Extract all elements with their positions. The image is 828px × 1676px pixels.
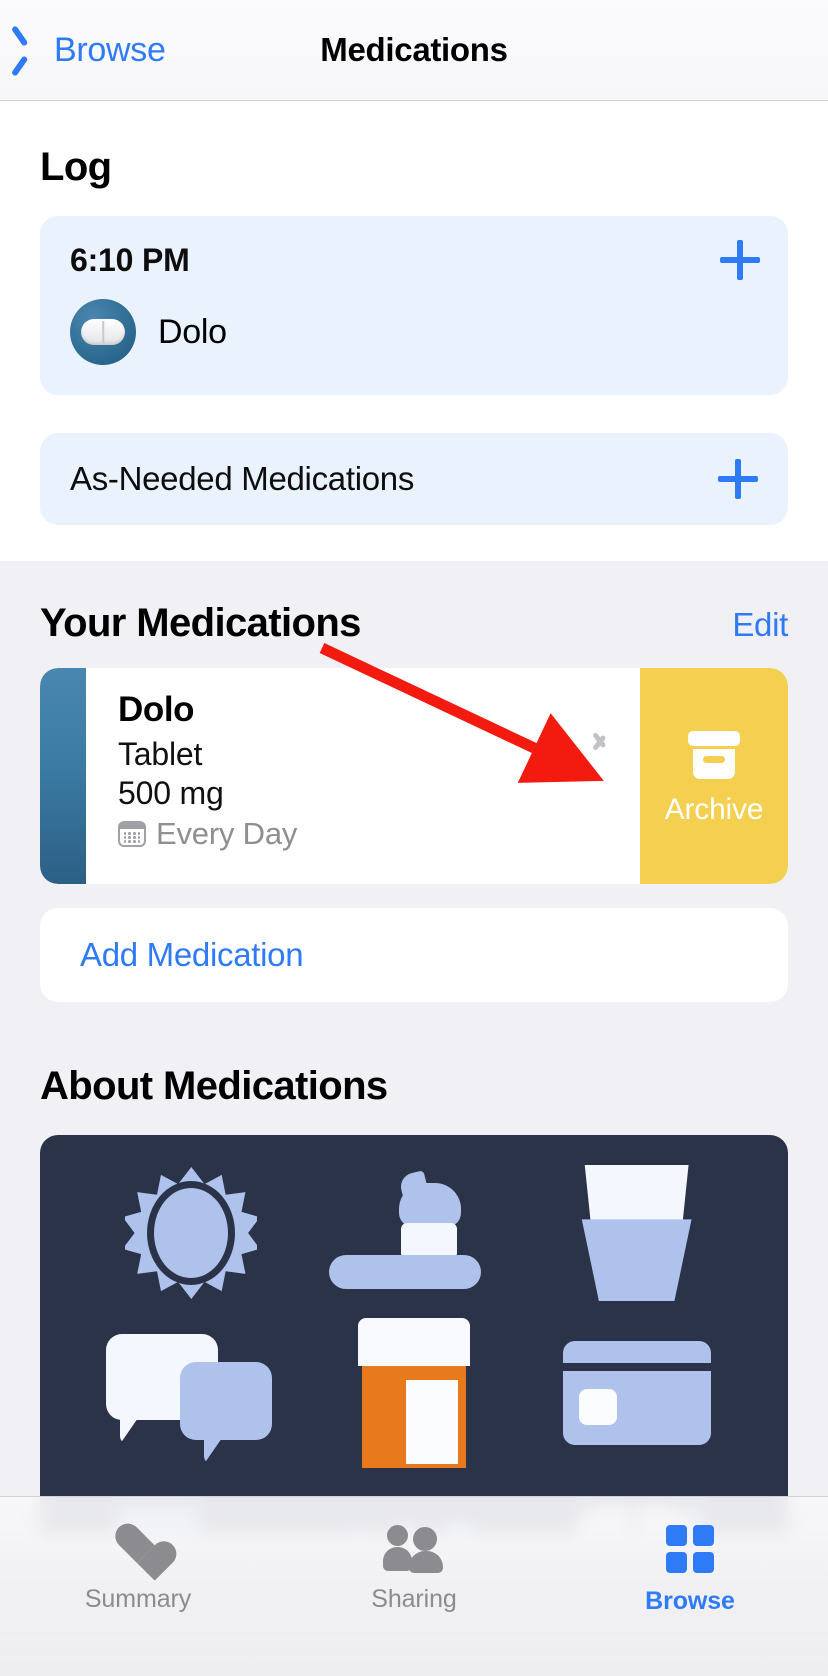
log-entry-time: 6:10 PM	[70, 242, 190, 278]
back-button-label: Browse	[54, 30, 166, 69]
grid-squares-icon	[666, 1525, 714, 1573]
tab-sharing[interactable]: Sharing	[276, 1525, 552, 1614]
tab-sharing-label: Sharing	[371, 1585, 457, 1613]
your-medications-header: Your Medications Edit	[0, 601, 828, 646]
medication-row: Dolo Tablet 500 mg Every Day Archive	[40, 668, 788, 884]
archive-button-label: Archive	[664, 793, 764, 826]
about-medications-header: About Medications	[0, 1002, 828, 1109]
your-medications-title: Your Medications	[40, 601, 361, 645]
medication-info: Dolo Tablet 500 mg Every Day	[86, 668, 640, 884]
chevron-left-icon	[22, 32, 44, 68]
edit-button[interactable]: Edit	[732, 606, 788, 644]
tab-browse-label: Browse	[645, 1587, 735, 1615]
archive-swipe-button[interactable]: Archive	[640, 668, 788, 884]
add-medication-label: Add Medication	[80, 936, 304, 973]
tab-summary[interactable]: Summary	[0, 1525, 276, 1614]
log-entry-card[interactable]: 6:10 PM Dolo	[40, 216, 788, 395]
medication-form: Tablet	[118, 736, 203, 772]
log-entry-add-button[interactable]	[720, 240, 760, 280]
tab-bar: Summary Sharing Browse	[0, 1496, 828, 1676]
medication-card-dolo[interactable]: Dolo Tablet 500 mg Every Day	[40, 668, 640, 884]
capsule-shape	[81, 319, 125, 345]
toothbrush-icon	[328, 1170, 499, 1293]
back-button[interactable]: Browse	[22, 31, 166, 70]
people-icon	[383, 1525, 445, 1573]
about-medications-illustration[interactable]	[40, 1135, 788, 1535]
calendar-dots	[123, 832, 141, 843]
illustration-grid	[40, 1135, 788, 1535]
pill-icon	[70, 299, 136, 365]
sun-icon	[125, 1167, 258, 1299]
tab-browse[interactable]: Browse	[552, 1525, 828, 1616]
log-entry-medication-name: Dolo	[158, 312, 227, 351]
as-needed-medications-card[interactable]: As-Needed Medications	[40, 433, 788, 525]
credit-card-icon	[562, 1341, 711, 1445]
medication-dose: 500 mg	[118, 775, 224, 811]
as-needed-add-button[interactable]	[718, 459, 758, 499]
as-needed-medications-label: As-Needed Medications	[70, 460, 415, 497]
your-medications-region: Your Medications Edit Dolo Tablet 500 mg	[0, 561, 828, 1535]
medication-name: Dolo	[118, 690, 195, 729]
log-entry-medication-row: Dolo	[70, 299, 758, 365]
tab-summary-label: Summary	[84, 1585, 192, 1613]
medication-schedule-label: Every Day	[156, 816, 298, 851]
scroll-content: Log 6:10 PM Dolo As-Needed Medications Y…	[0, 101, 828, 1535]
calendar-icon	[118, 821, 146, 847]
heart-icon	[114, 1525, 162, 1571]
add-medication-button[interactable]: Add Medication	[40, 908, 788, 1002]
medication-accent-bar	[40, 668, 86, 884]
chevron-right-icon	[594, 726, 608, 752]
navigation-bar: Browse Medications	[0, 0, 828, 101]
speech-bubbles-icon	[106, 1328, 276, 1464]
log-section-title: Log	[40, 145, 112, 189]
log-section: Log 6:10 PM Dolo As-Needed Medications	[0, 101, 828, 561]
water-glass-icon	[578, 1165, 696, 1301]
archive-box-icon	[686, 725, 742, 781]
about-medications-title: About Medications	[40, 1064, 388, 1108]
pill-bottle-icon	[357, 1318, 470, 1468]
medication-schedule-row: Every Day	[118, 816, 640, 852]
medications-screen: Browse Medications Log 6:10 PM Dolo As-N…	[0, 0, 828, 1676]
